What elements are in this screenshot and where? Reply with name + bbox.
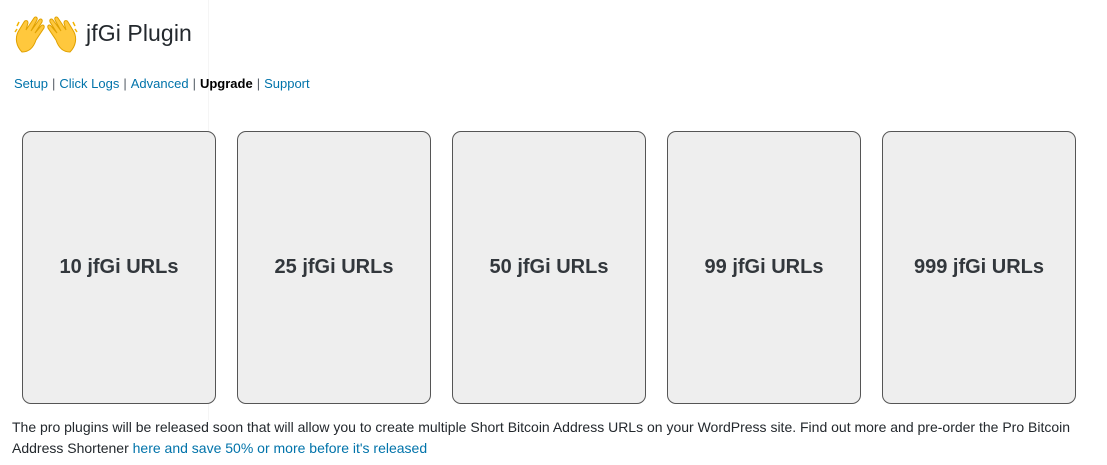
nav-separator: | [123, 76, 127, 91]
card-label: 50 jfGi URLs [489, 256, 609, 278]
nav-separator: | [192, 76, 196, 91]
upgrade-options: 10 jfGi URLs 25 jfGi URLs 50 jfGi URLs 9… [22, 131, 1076, 404]
upgrade-card-50[interactable]: 50 jfGi URLs [452, 131, 646, 404]
waving-hands-icon [14, 16, 78, 53]
upgrade-card-999[interactable]: 999 jfGi URLs [882, 131, 1076, 404]
nav-separator: | [256, 76, 261, 91]
page-title: jfGi Plugin [86, 19, 192, 46]
card-label: 10 jfGi URLs [59, 256, 179, 278]
upgrade-card-25[interactable]: 25 jfGi URLs [237, 131, 431, 404]
nav-click-logs-link[interactable]: Click Logs [59, 76, 119, 91]
nav-setup-link[interactable]: Setup [14, 76, 48, 91]
upgrade-card-99[interactable]: 99 jfGi URLs [667, 131, 861, 404]
plugin-nav: Setup | Click Logs | Advanced | Upgrade | Suppor… [14, 75, 310, 93]
nav-advanced-link[interactable]: Advanced [131, 76, 189, 91]
upgrade-description: The pro plugins will be released soon th… [12, 417, 1097, 459]
nav-separator: | [51, 76, 56, 91]
preorder-link[interactable]: here and save 50% or more before it's re… [133, 440, 428, 456]
nav-support-link[interactable]: Support [264, 76, 310, 91]
card-label: 99 jfGi URLs [704, 256, 824, 278]
card-label: 999 jfGi URLs [913, 256, 1045, 278]
card-label: 25 jfGi URLs [274, 256, 394, 278]
upgrade-card-10[interactable]: 10 jfGi URLs [22, 131, 216, 404]
page-header: jfGi Plugin [12, 10, 192, 56]
